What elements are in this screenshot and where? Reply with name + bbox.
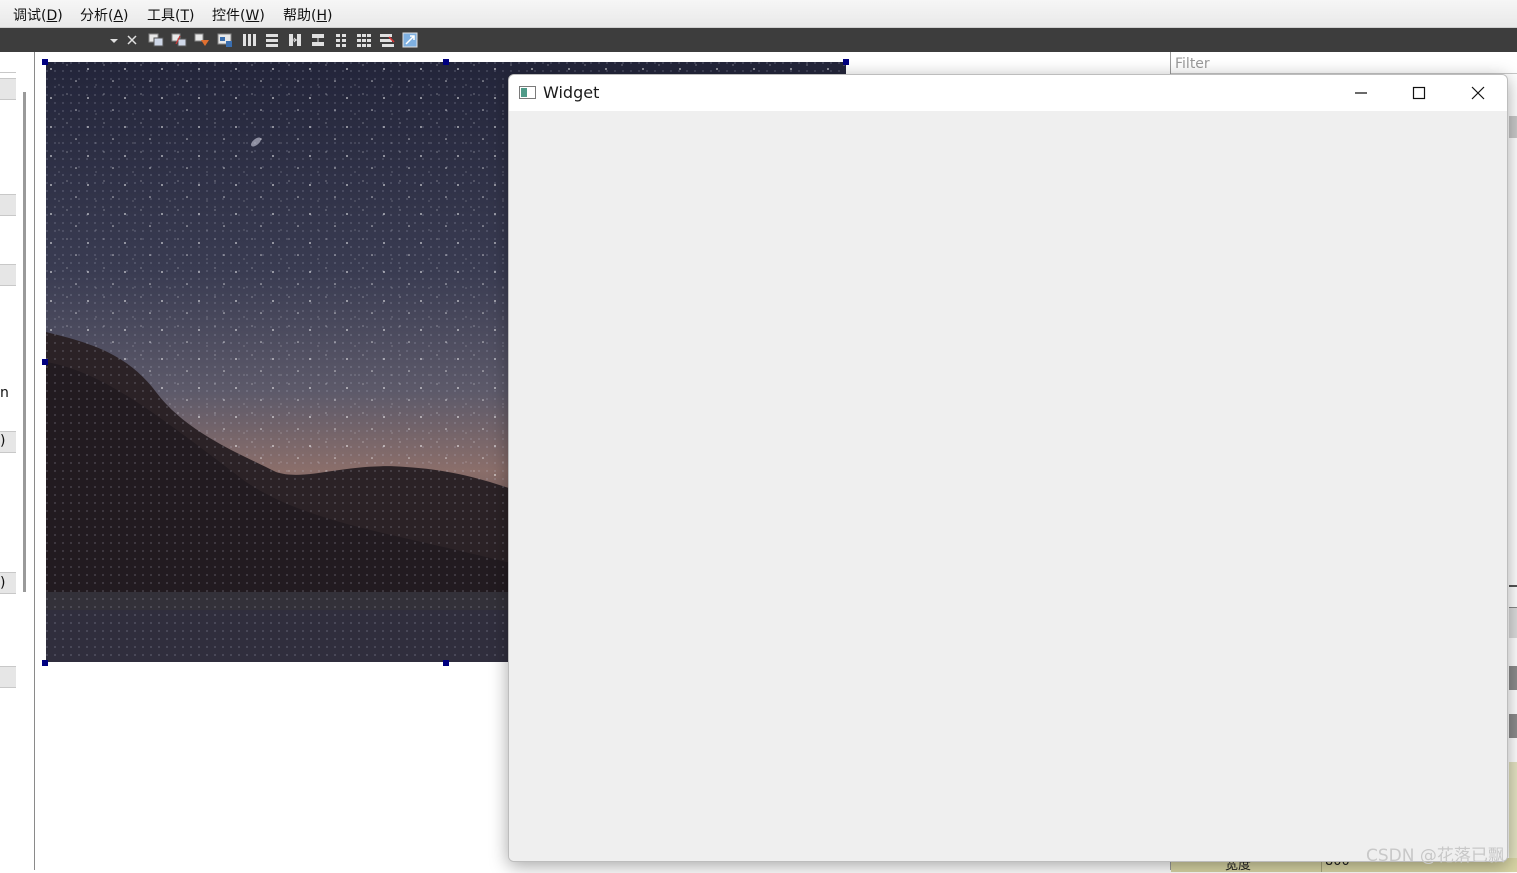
menu-bar: 调试(D) 分析(A) 工具(T) 控件(W) 帮助(H) [0, 0, 1517, 28]
widget-box-panel: n ) ) [0, 52, 35, 870]
filter-input[interactable]: Filter [1175, 56, 1210, 72]
window-title: Widget [543, 83, 600, 102]
layout-form-icon[interactable] [333, 32, 349, 48]
category-header[interactable] [0, 78, 16, 100]
layout-grid-icon[interactable] [356, 32, 372, 48]
dropdown-arrow-icon[interactable] [106, 32, 122, 48]
maximize-button[interactable] [1390, 75, 1448, 111]
break-layout-icon[interactable] [379, 32, 395, 48]
menu-tools[interactable]: 工具(T) [147, 5, 195, 25]
form-editor-toolbar [0, 28, 1517, 52]
close-button[interactable] [1449, 75, 1507, 111]
property-group-header [1509, 607, 1517, 638]
edit-signals-icon[interactable] [171, 32, 187, 48]
scrollbar[interactable] [23, 92, 26, 592]
divider [1509, 585, 1517, 587]
layout-horizontal-icon[interactable] [241, 32, 257, 48]
watermark: CSDN @花落已飘 [1366, 846, 1505, 866]
widget-preview-window: Widget [508, 74, 1508, 862]
layout-vertical-icon[interactable] [264, 32, 280, 48]
adjust-size-icon[interactable] [402, 32, 418, 48]
partial-item-label: ) [0, 575, 6, 591]
maximize-icon [1412, 86, 1426, 100]
selection-handle[interactable] [443, 660, 449, 666]
app-icon [519, 86, 536, 99]
layout-vertical-splitter-icon[interactable] [310, 32, 326, 48]
minimize-icon [1355, 92, 1367, 94]
layout-horizontal-splitter-icon[interactable] [287, 32, 303, 48]
partial-item-label: n [0, 385, 9, 401]
close-icon [1471, 86, 1485, 100]
close-icon[interactable] [124, 32, 140, 48]
selection-handle[interactable] [42, 660, 48, 666]
title-bar[interactable]: Widget [509, 75, 1507, 111]
menu-controls[interactable]: 控件(W) [212, 5, 265, 25]
selection-handle[interactable] [843, 59, 849, 65]
selection-handle[interactable] [42, 359, 48, 365]
selection-handle[interactable] [443, 59, 449, 65]
menu-analyze[interactable]: 分析(A) [80, 5, 129, 25]
edit-buddies-icon[interactable] [194, 32, 210, 48]
category-header[interactable] [0, 666, 16, 688]
category-header[interactable] [0, 264, 16, 286]
edit-widgets-icon[interactable] [148, 32, 164, 48]
edit-tab-order-icon[interactable] [217, 32, 233, 48]
category-header[interactable] [0, 194, 16, 216]
property-group-header [1509, 116, 1517, 138]
window-client-area [509, 111, 1507, 861]
selection-handle[interactable] [42, 59, 48, 65]
property-group-header [1509, 666, 1517, 690]
panel-header [0, 52, 16, 73]
property-rows [1509, 762, 1517, 858]
menu-debug[interactable]: 调试(D) [13, 5, 63, 25]
partial-item-label: ) [0, 433, 6, 449]
menu-help[interactable]: 帮助(H) [283, 5, 332, 25]
minimize-button[interactable] [1332, 75, 1390, 111]
property-group-header [1509, 714, 1517, 738]
